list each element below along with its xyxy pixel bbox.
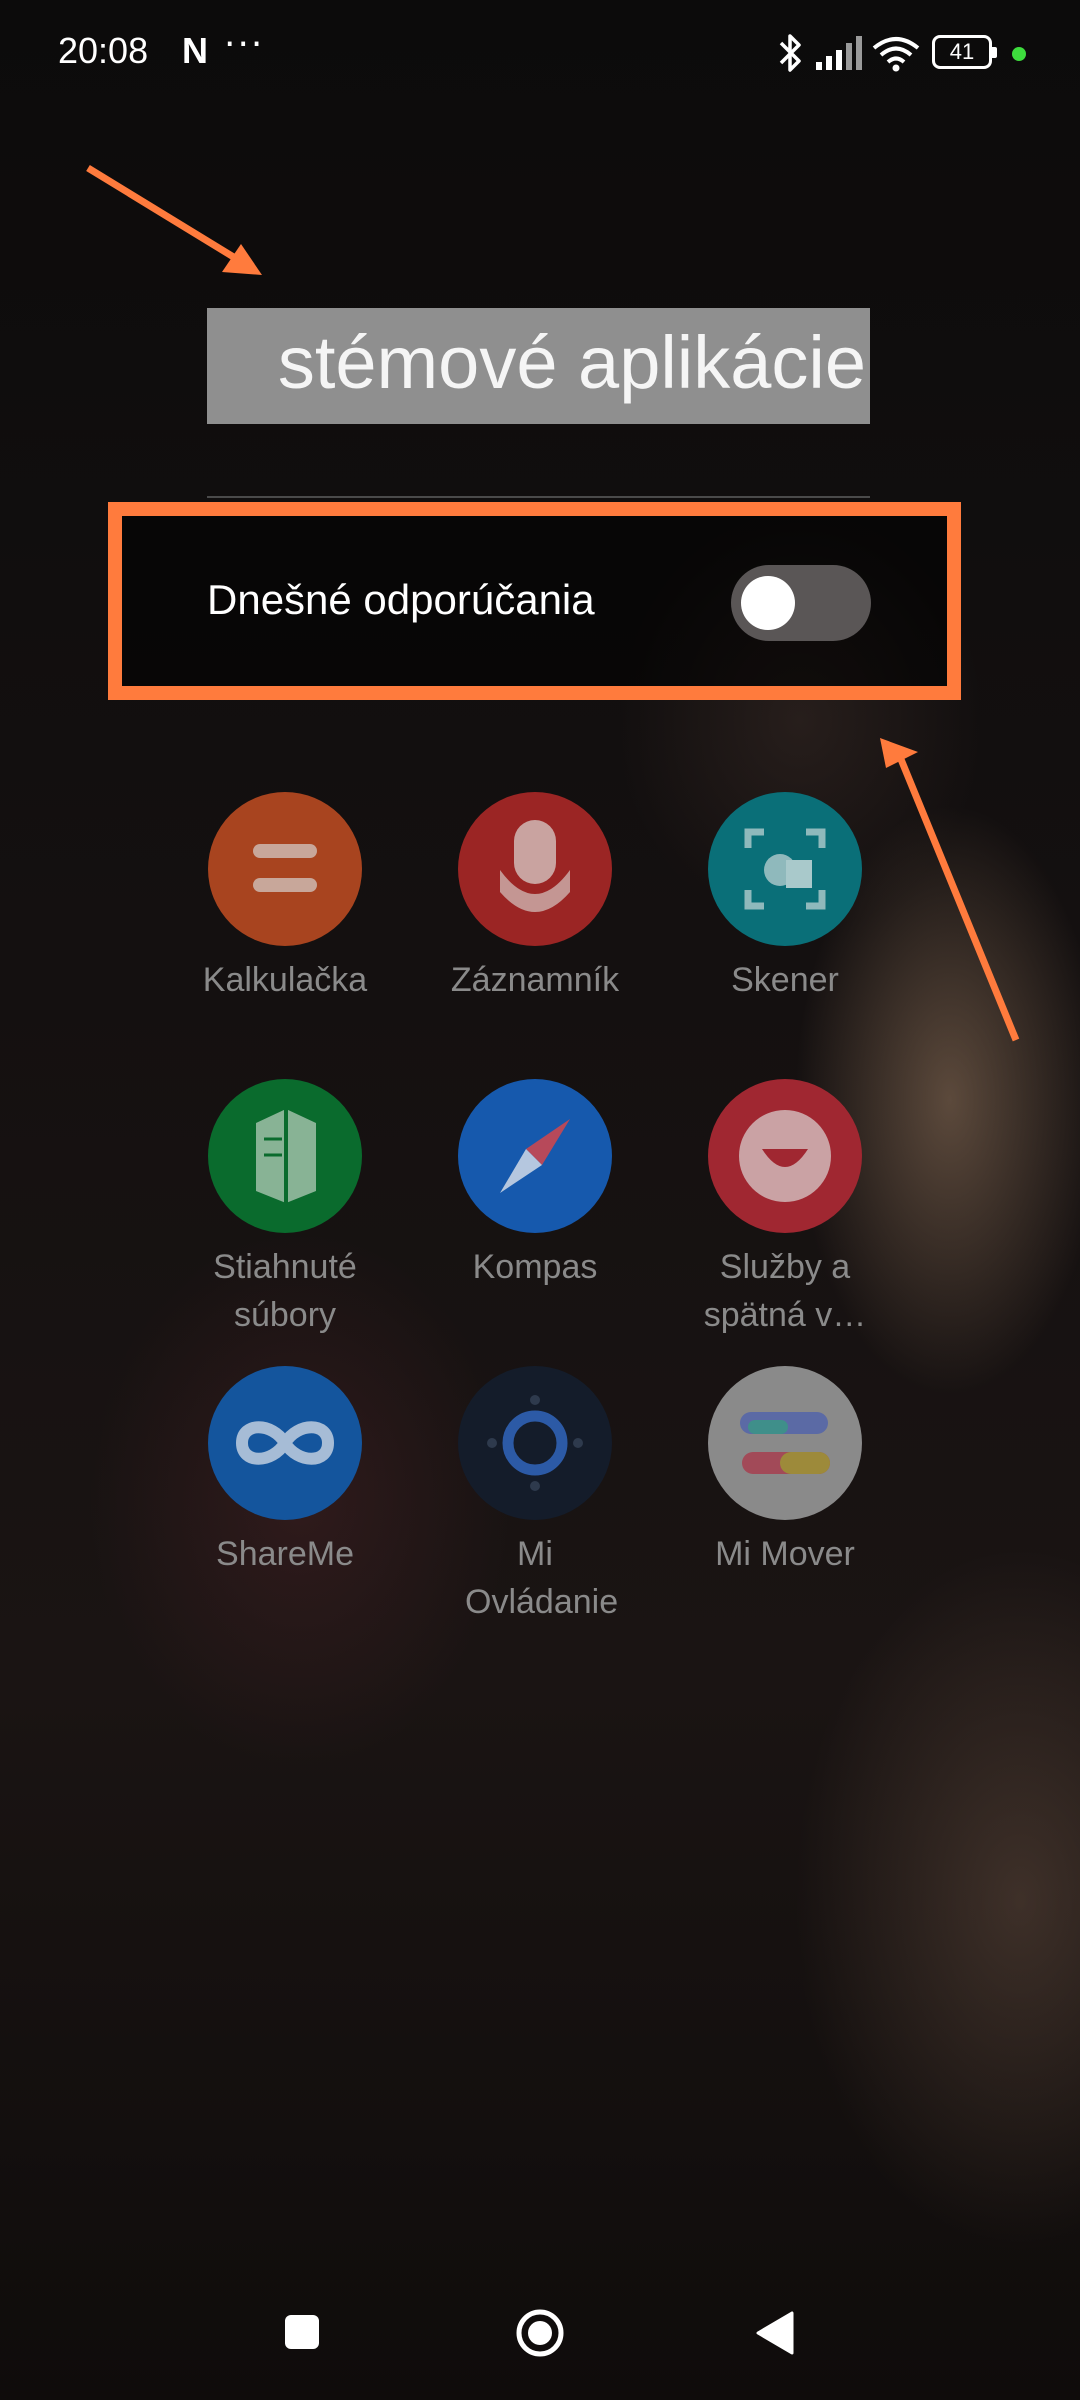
app-label: Záznamník xyxy=(450,961,620,999)
app-label: Služby a spätná v… xyxy=(703,1248,867,1334)
netflix-notification-icon: N xyxy=(182,30,208,71)
calculator-icon xyxy=(208,792,362,946)
recommendations-label: Dnešné odporúčania xyxy=(207,576,595,623)
app-downloads[interactable]: Stiahnuté súbory xyxy=(160,1079,410,1339)
folder-title-selected[interactable]: stémové aplikácie xyxy=(207,308,870,424)
app-calculator[interactable]: Kalkulačka xyxy=(160,792,410,1004)
app-compass[interactable]: Kompas xyxy=(410,1079,660,1291)
feedback-icon xyxy=(708,1079,862,1233)
app-label: Kalkulačka xyxy=(202,961,368,999)
app-scanner[interactable]: Skener xyxy=(660,792,910,1004)
title-underline xyxy=(207,496,870,498)
app-label: Skener xyxy=(731,961,839,999)
folder-title-text: stémové aplikácie xyxy=(277,321,866,404)
app-label: Kompas xyxy=(472,1248,598,1286)
app-label: Stiahnuté súbory xyxy=(213,1248,357,1334)
more-notifications-icon: ··· xyxy=(224,24,265,65)
shareme-icon xyxy=(208,1366,362,1520)
app-label: Mi Mover xyxy=(715,1535,855,1573)
bluetooth-icon xyxy=(779,34,801,72)
back-button[interactable] xyxy=(756,2311,794,2355)
recorder-icon xyxy=(458,792,612,946)
app-label: Mi Ovládanie xyxy=(465,1535,619,1621)
app-mi-mover[interactable]: Mi Mover xyxy=(660,1366,910,1578)
downloads-icon xyxy=(208,1079,362,1233)
compass-icon xyxy=(458,1079,612,1233)
privacy-indicator-dot xyxy=(1012,47,1026,61)
app-shareme[interactable]: ShareMe xyxy=(160,1366,410,1578)
toggle-knob xyxy=(741,576,795,630)
battery-indicator: 41 xyxy=(932,35,997,69)
mi-mover-icon xyxy=(708,1366,862,1520)
mi-remote-icon xyxy=(458,1366,612,1520)
scanner-icon xyxy=(708,792,862,946)
app-recorder[interactable]: Záznamník xyxy=(410,792,660,1004)
signal-icon xyxy=(816,36,862,70)
app-mi-remote[interactable]: Mi Ovládanie xyxy=(410,1366,660,1626)
home-button[interactable] xyxy=(515,2308,565,2358)
recent-apps-button[interactable] xyxy=(285,2315,319,2349)
recommendations-toggle[interactable] xyxy=(731,565,871,641)
status-bar: 20:08 N ··· 41 xyxy=(0,0,1080,110)
app-label: ShareMe xyxy=(216,1535,354,1573)
status-time: 20:08 xyxy=(58,30,149,71)
app-feedback[interactable]: Služby a spätná v… xyxy=(660,1079,910,1339)
wifi-icon xyxy=(872,37,920,72)
